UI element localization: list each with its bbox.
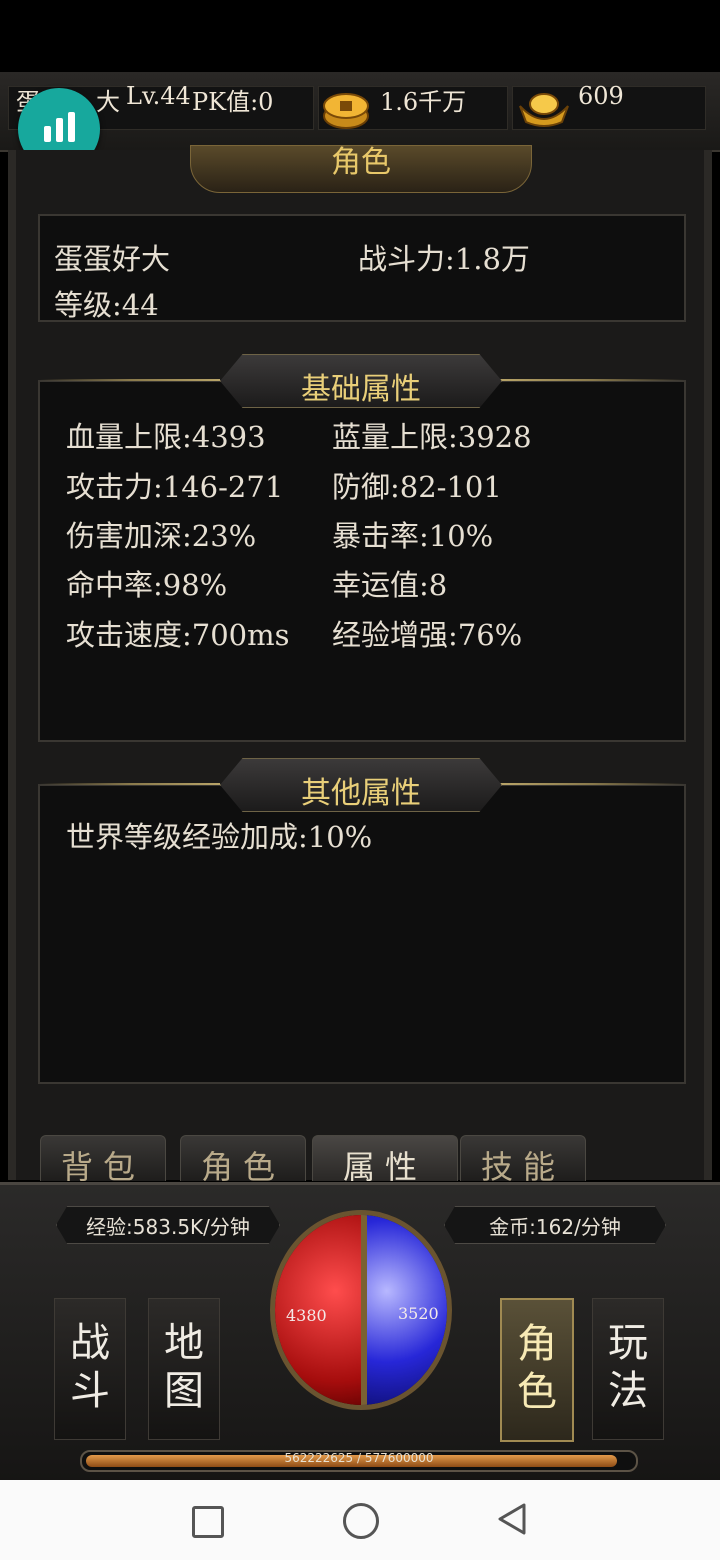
attr-world-level-exp: 世界等级经验加成:10% [66,820,373,854]
pk-value: PK值:0 [192,88,274,116]
nav-map-button[interactable]: 地图 [148,1298,220,1440]
back-icon[interactable] [494,1502,530,1536]
gold-rate-badge: 金币:162/分钟 [444,1206,666,1244]
window-title-plate: 角色 [190,145,532,193]
player-name-tail: 大 [96,88,120,116]
attr-attack-speed: 攻击速度:700ms [66,618,290,652]
hp-value: 4380 [286,1306,327,1325]
basic-attributes-title: 基础属性 [301,372,421,407]
android-nav-bar [0,1480,720,1560]
attr-damage-boost: 伤害加深:23% [66,519,257,553]
exp-rate-text: 经验:583.5K/分钟 [86,1215,250,1239]
gold-coin-icon [323,93,369,129]
character-level: 等级:44 [54,288,159,322]
other-attributes-title: 其他属性 [301,776,421,811]
attr-luck: 幸运值:8 [332,568,448,602]
home-icon[interactable] [343,1503,379,1539]
top-bar: 蛋 大 Lv.44 PK值:0 1.6千万 609 [0,72,720,152]
gold-ingot-icon [519,93,569,127]
status-bar [0,0,720,72]
attr-crit-rate: 暴击率:10% [332,519,494,553]
attr-mp-max: 蓝量上限:3928 [332,420,532,454]
gold-amount: 1.6千万 [380,88,467,116]
mp-value: 3520 [398,1304,439,1323]
attr-attack: 攻击力:146-271 [66,470,284,504]
attr-hp-max: 血量上限:4393 [66,420,266,454]
tab-character[interactable]: 角色 [180,1135,306,1181]
gold-rate-text: 金币:162/分钟 [489,1215,621,1239]
basic-attributes-header: 基础属性 [40,354,684,408]
character-name: 蛋蛋好大 [54,242,171,276]
exp-rate-badge: 经验:583.5K/分钟 [56,1206,280,1244]
other-attributes-header: 其他属性 [40,758,684,812]
nav-battle-button[interactable]: 战斗 [54,1298,126,1440]
combat-power: 战斗力:1.8万 [358,242,530,276]
tab-skills[interactable]: 技能 [460,1135,586,1181]
attr-hit-rate: 命中率:98% [66,568,228,602]
tab-attributes[interactable]: 属性 [312,1135,458,1181]
recent-apps-icon[interactable] [192,1506,224,1538]
nav-gameplay-button[interactable]: 玩法 [592,1298,664,1440]
tab-bag[interactable]: 背包 [40,1135,166,1181]
experience-text: 562222625 / 577600000 [284,1451,434,1465]
player-level: Lv.44 [126,82,191,110]
bar-chart-icon [44,126,51,142]
attr-defense: 防御:82-101 [332,470,502,504]
attr-exp-boost: 经验增强:76% [332,618,523,652]
ingot-amount: 609 [578,82,624,110]
nav-character-button[interactable]: 角色 [500,1298,574,1442]
window-title: 角色 [331,145,391,180]
